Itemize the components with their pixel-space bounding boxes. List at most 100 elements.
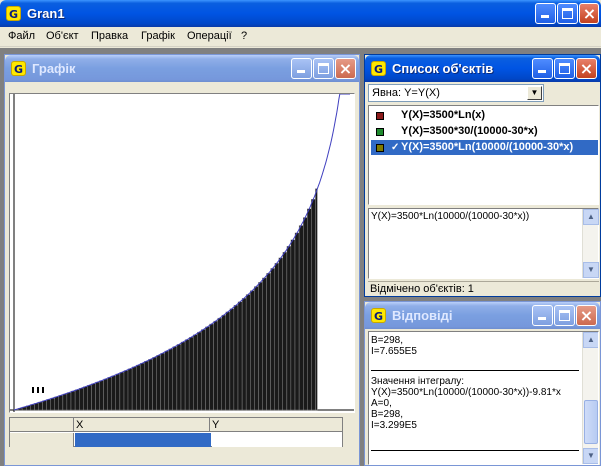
graph-minimize-button[interactable]: [291, 58, 312, 79]
integral-bar: [111, 375, 116, 411]
integral-bar: [209, 323, 214, 411]
cell-y[interactable]: [212, 433, 342, 447]
object-type-select[interactable]: Явна: Y=Y(X) ▼: [368, 84, 544, 102]
answers-text-area[interactable]: B=298, I=7.655E5 Значення інтегралу: Y(X…: [368, 331, 599, 465]
objects-minimize-button[interactable]: [532, 58, 553, 79]
legend-mark: [42, 387, 44, 393]
graph-window: G Графік × X Y: [4, 54, 360, 466]
row-header-cell: [10, 433, 74, 447]
legend-mark: [37, 387, 39, 393]
answer-line: A=0,: [371, 398, 392, 409]
graph-title: Графік: [32, 61, 76, 76]
maximize-icon: [562, 8, 573, 19]
integral-bar: [54, 396, 60, 411]
objects-close-button[interactable]: ×: [576, 58, 597, 79]
column-y-header[interactable]: Y: [212, 418, 342, 432]
integral-bar: [82, 386, 88, 411]
minimize-icon: [541, 15, 549, 18]
integral-bar: [123, 370, 129, 411]
integral-bar: [160, 353, 165, 411]
gran-g-icon: G: [371, 308, 386, 323]
integral-bar: [205, 326, 210, 411]
close-icon: ×: [579, 306, 594, 325]
scroll-down-icon[interactable]: ▼: [583, 262, 599, 278]
answer-separator: [371, 450, 579, 451]
integral-bar: [266, 273, 271, 411]
integral-bar: [168, 348, 174, 411]
menu-file[interactable]: Файл: [8, 30, 35, 42]
integral-bar: [135, 364, 141, 411]
object-label: Y(X)=3500*Ln(x): [401, 109, 486, 121]
gran-g-icon: G: [11, 61, 26, 76]
integral-bar: [115, 373, 121, 411]
column-x-header[interactable]: X: [76, 418, 210, 432]
gran-g-icon: G: [371, 61, 386, 76]
maximize-icon: [559, 63, 570, 74]
close-icon: ×: [579, 59, 594, 78]
graph-close-button[interactable]: ×: [335, 58, 356, 79]
integral-bar: [70, 390, 76, 411]
menu-edit[interactable]: Правка: [91, 30, 128, 42]
answer-line: B=298,: [371, 409, 403, 420]
integral-bar: [245, 294, 251, 411]
menu-help[interactable]: ?: [241, 30, 247, 42]
close-icon: ×: [582, 4, 597, 23]
answers-close-button[interactable]: ×: [576, 305, 597, 326]
objects-status-text: Відмічено об'єктів: 1: [370, 283, 474, 295]
integral-bar: [164, 350, 169, 411]
scroll-down-icon[interactable]: ▼: [583, 448, 598, 464]
plot-area[interactable]: [9, 93, 355, 413]
integral-bar: [152, 357, 157, 411]
integral-bars: [13, 188, 318, 411]
integral-bar: [127, 368, 133, 411]
integral-bar: [201, 329, 206, 411]
answers-title: Відповіді: [392, 308, 453, 323]
chevron-down-icon[interactable]: ▼: [527, 86, 542, 100]
integral-bar: [282, 251, 288, 411]
color-swatch: [376, 128, 384, 136]
formula-editor[interactable]: Y(X)=3500*Ln(10000/(10000-30*x)) ▲ ▼: [368, 208, 599, 279]
objects-maximize-button[interactable]: [554, 58, 575, 79]
answers-scrollbar[interactable]: ▲ ▼: [582, 332, 598, 464]
object-label: Y(X)=3500*Ln(10000/(10000-30*x): [401, 141, 574, 153]
integral-bar: [290, 239, 296, 411]
integral-bar: [315, 188, 318, 411]
answers-maximize-button[interactable]: [554, 305, 575, 326]
integral-bar: [62, 393, 68, 411]
integral-bar: [78, 388, 84, 411]
color-swatch: [376, 144, 384, 152]
scrollbar-thumb[interactable]: [584, 400, 598, 444]
maximize-icon: [559, 310, 570, 321]
list-item[interactable]: Y(X)=3500*30/(10000-30*x): [371, 124, 598, 139]
app-minimize-button[interactable]: [535, 3, 556, 24]
graph-maximize-button[interactable]: [313, 58, 334, 79]
app-maximize-button[interactable]: [557, 3, 578, 24]
gran-g-icon: G: [6, 6, 21, 21]
formula-scrollbar[interactable]: ▲ ▼: [582, 209, 599, 278]
formula-text: Y(X)=3500*Ln(10000/(10000-30*x)): [371, 211, 530, 222]
scroll-up-icon[interactable]: ▲: [583, 332, 598, 348]
integral-bar: [131, 366, 137, 411]
app-close-button[interactable]: ×: [579, 3, 599, 24]
scroll-up-icon[interactable]: ▲: [583, 209, 599, 225]
integral-bar: [42, 400, 47, 411]
list-item[interactable]: Y(X)=3500*Ln(x): [371, 108, 598, 123]
menu-operations[interactable]: Операції: [187, 30, 232, 42]
integral-bar: [87, 385, 92, 411]
object-list[interactable]: Y(X)=3500*Ln(x) Y(X)=3500*30/(10000-30*x…: [368, 105, 599, 205]
cell-x-selected[interactable]: [75, 433, 211, 447]
integral-bar: [217, 317, 222, 411]
list-item-selected[interactable]: ✓ Y(X)=3500*Ln(10000/(10000-30*x): [371, 140, 598, 155]
answer-separator: [371, 370, 579, 371]
graph-titlebar: G Графік ×: [5, 55, 359, 82]
integral-bar: [38, 401, 43, 411]
table-row[interactable]: [10, 433, 342, 447]
xy-table[interactable]: X Y: [9, 417, 343, 447]
menu-graph[interactable]: Графік: [141, 30, 175, 42]
answer-heading: Значення інтегралу:: [371, 376, 465, 387]
menu-object[interactable]: Об'єкт: [46, 30, 79, 42]
integral-bar: [99, 380, 104, 411]
answer-line: I=7.655E5: [371, 346, 417, 357]
answers-minimize-button[interactable]: [532, 305, 553, 326]
integral-bar: [192, 334, 198, 411]
